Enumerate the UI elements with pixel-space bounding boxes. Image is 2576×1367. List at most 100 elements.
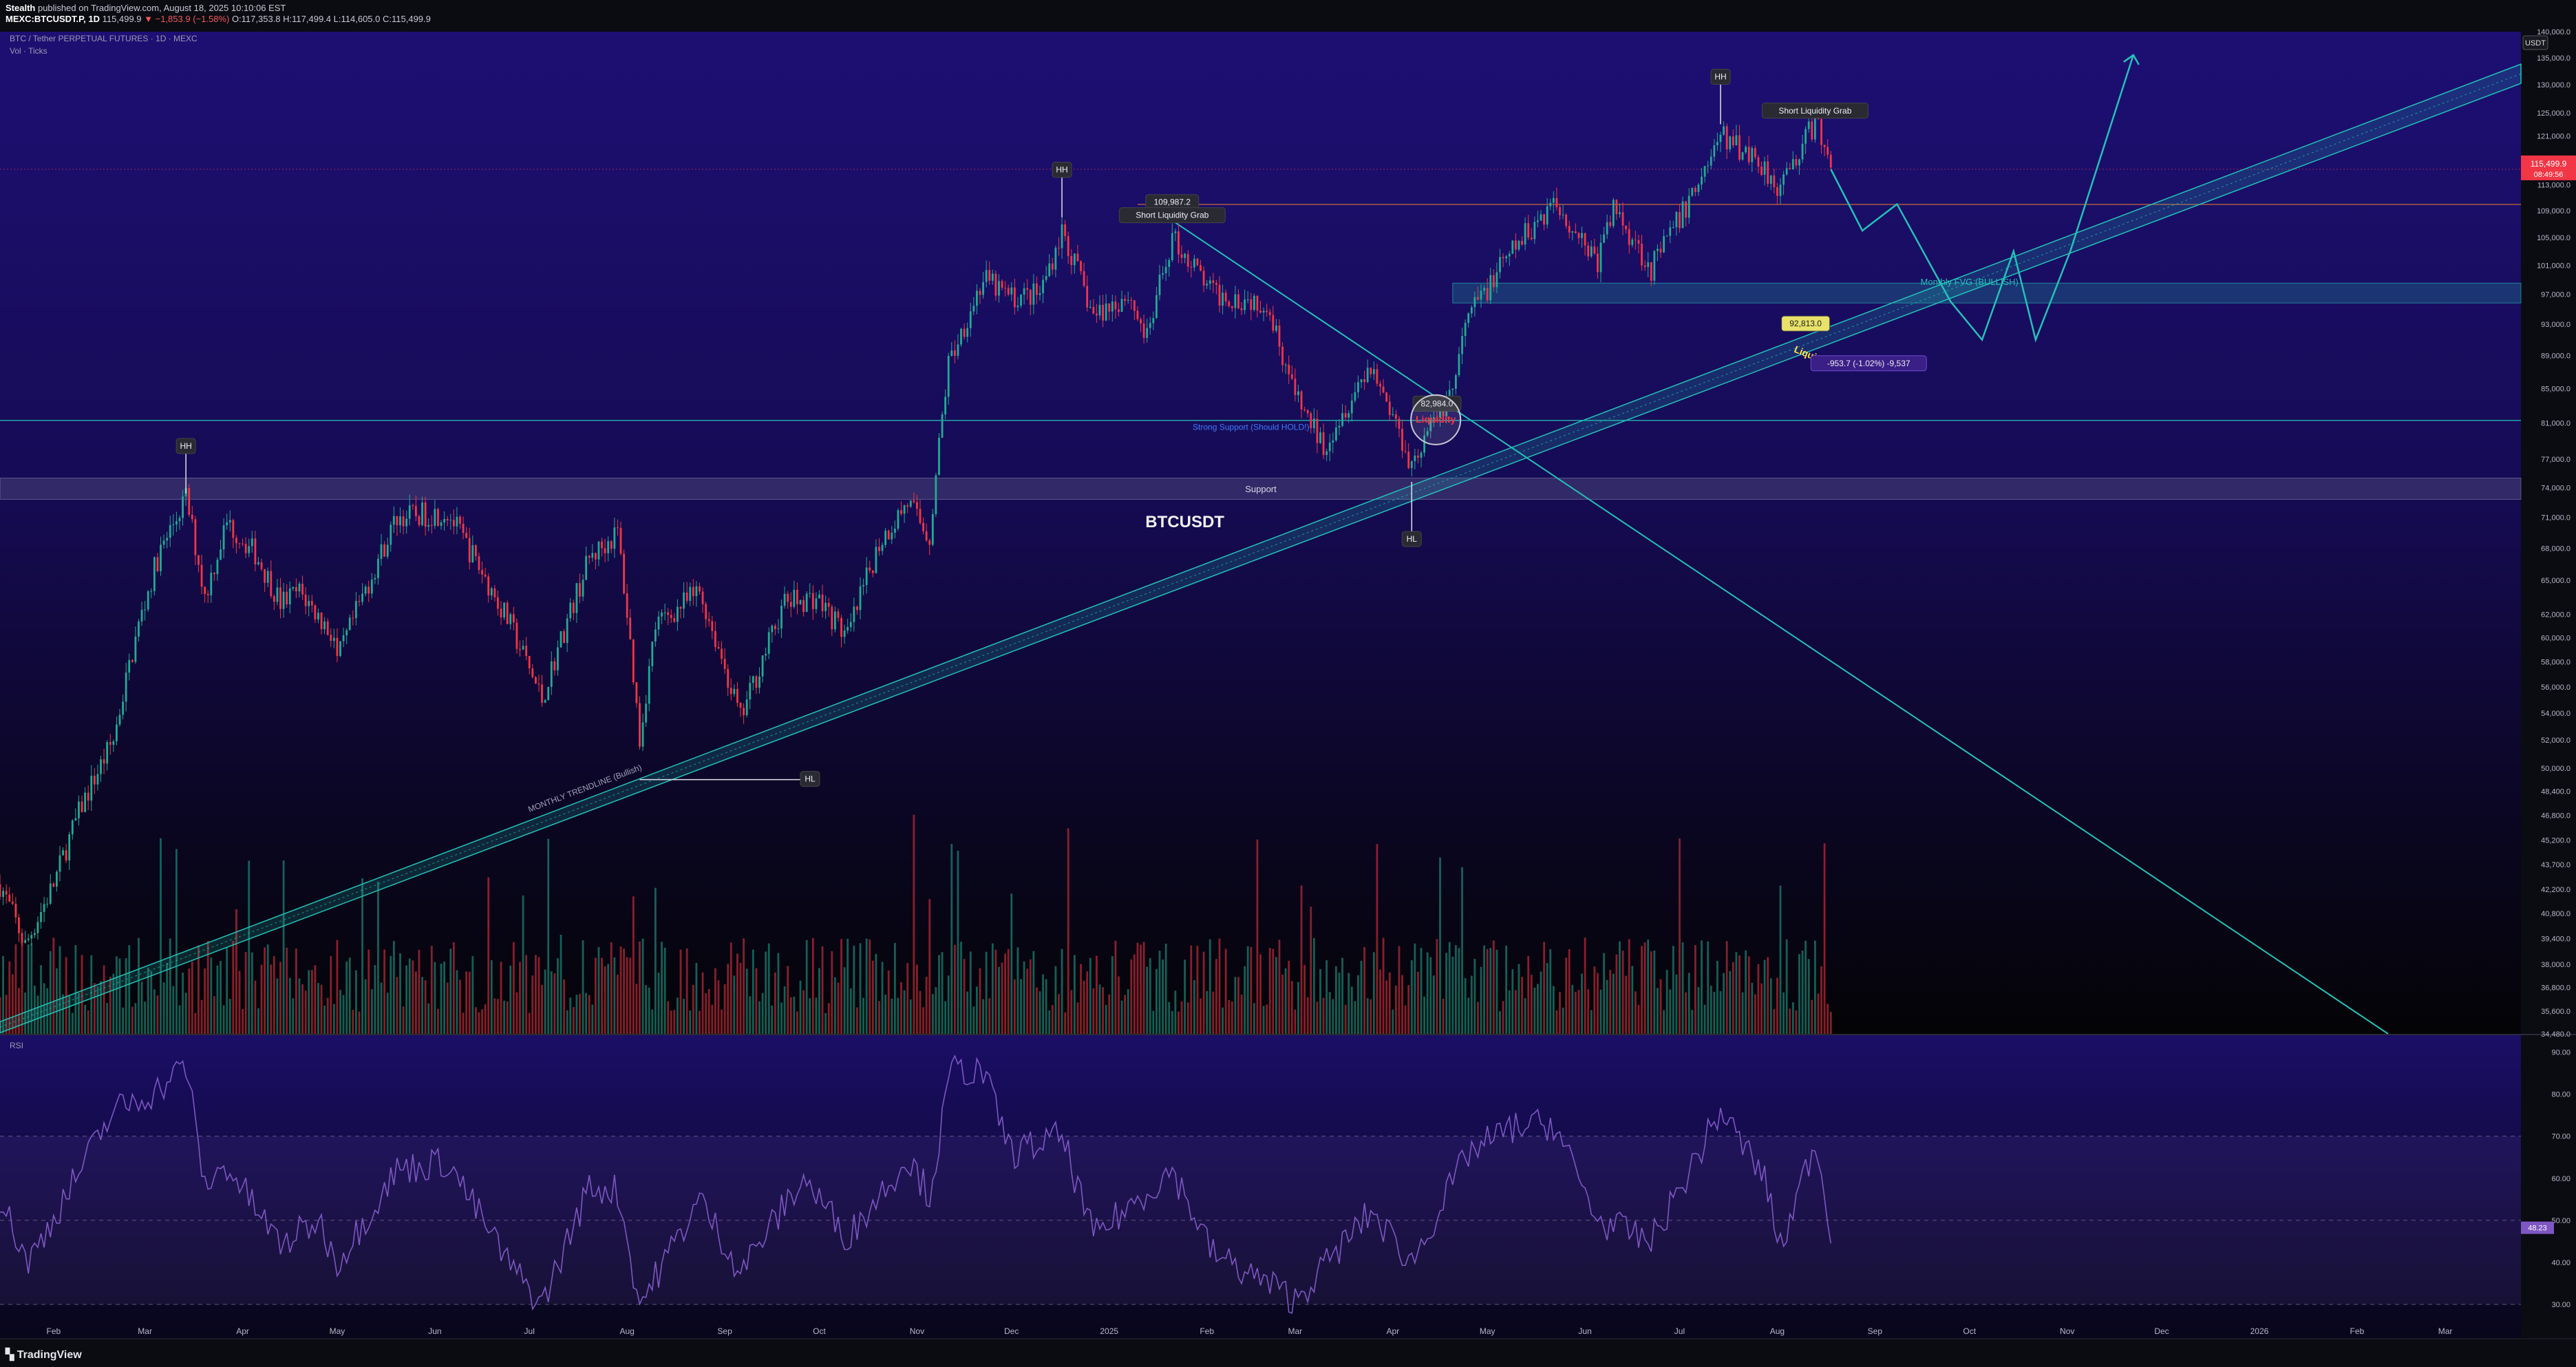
candle-body [118,714,121,725]
candle-body [579,583,581,597]
volume-bar [443,962,446,1034]
candle-body [1508,253,1511,257]
volume-bar [493,998,496,1034]
candle-body [27,938,30,940]
volume-bar [916,964,918,1034]
candle-body [1492,275,1495,288]
candle-body [966,328,969,337]
candle-body [1048,263,1051,277]
candle-body [1363,379,1365,383]
candle-body [1001,281,1003,288]
chart-canvas[interactable]: BTC / Tether PERPETUAL FUTURES · 1D · ME… [0,0,2576,1367]
candle-body [1010,287,1013,295]
candle-body [1587,245,1590,257]
annotation-text: HH [180,441,191,451]
volume-bar [1200,998,1202,1034]
candle-body [74,818,77,821]
candle-body [1738,135,1741,160]
candle-body [677,606,679,622]
volume-bar [497,999,499,1034]
volume-bar [705,993,707,1034]
candle-body [1597,253,1599,273]
volume-bar [1120,1000,1123,1034]
tradingview-logo[interactable]: ▚ TradingView [6,1348,82,1361]
candle-body [509,614,512,624]
candle-body [774,625,776,630]
volume-bar [1360,960,1363,1034]
volume-bar [1634,991,1637,1034]
candle-body [1124,299,1127,301]
volume-bar [58,946,61,1034]
volume-bar [304,990,307,1034]
candle-body [1029,290,1032,305]
candle-body [1253,295,1255,310]
volume-bar [1829,1011,1832,1034]
volume-bar [434,962,436,1034]
candle-body [701,591,704,604]
candle-body [1760,166,1763,176]
candle-body [264,569,266,583]
candle-body [103,759,105,764]
volume-bar [1643,942,1646,1034]
volume-bar [298,978,301,1034]
candle-body [354,601,357,618]
volume-bar [774,972,776,1034]
candle-body [260,562,263,569]
volume-bar [1691,1010,1694,1034]
volume-bar [1697,987,1700,1034]
candle-body [1385,392,1388,402]
volume-bar [1222,1007,1224,1034]
volume-bar [1735,952,1738,1034]
volume-bar [553,973,556,1034]
volume-bar [1209,939,1211,1034]
volume-bar [663,947,666,1034]
candle-body [216,560,219,575]
candle-body [1451,388,1454,390]
volume-bar [1076,1002,1079,1034]
volume-bar [796,1011,798,1034]
candle-body [408,505,411,519]
volume-bar [330,956,332,1034]
candle-body [796,589,798,604]
liquidity-label: Liquidity [1416,414,1456,425]
volume-bar [1266,1004,1268,1034]
annotation-text: HL [805,774,816,784]
candle-body [1218,284,1221,306]
volume-bar [988,998,991,1034]
candle-body [493,588,496,597]
volume-bar [184,993,187,1034]
candle-body [1725,126,1728,149]
volume-bar [1193,980,1195,1034]
candle-body [519,648,521,650]
volume-bar [260,964,263,1034]
volume-bar [601,957,603,1034]
volume-bar [1729,971,1732,1034]
candle-body [424,502,427,527]
volume-indicator-label[interactable]: Vol · Ticks [10,46,47,56]
candle-body [515,622,518,649]
candle-body [1256,295,1259,311]
volume-bar [1058,994,1060,1034]
candle-body [0,884,1,898]
volume-bar [1114,940,1117,1034]
candle-body [563,631,565,644]
candle-body [1168,259,1171,267]
candle-body [339,641,341,657]
candle-body [1202,271,1205,286]
volume-bar [821,946,824,1034]
rsi-indicator-label[interactable]: RSI [10,1041,23,1050]
volume-bar [222,1005,225,1034]
volume-bar [1029,959,1032,1034]
candle-body [1647,262,1650,267]
volume-bar [853,946,855,1034]
volume-bar [1451,956,1454,1034]
candle-body [1300,391,1303,410]
volume-bar [1745,950,1747,1034]
candle-body [1559,206,1561,215]
volume-bar [1319,969,1321,1034]
candle-body [925,531,928,541]
candle-body [1540,214,1542,221]
candle-body [1032,283,1035,305]
candle-body [1593,246,1596,254]
volume-bar [500,962,502,1034]
